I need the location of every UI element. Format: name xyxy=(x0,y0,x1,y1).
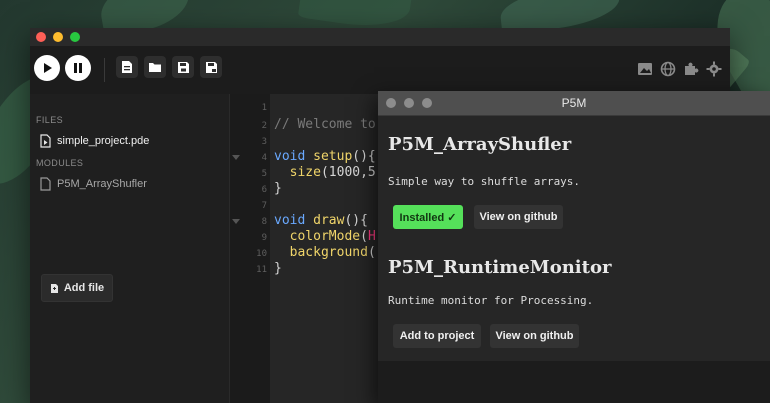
line-number: 11 xyxy=(256,265,267,275)
pause-button[interactable] xyxy=(65,55,91,81)
p5m-maximize-button[interactable] xyxy=(422,98,432,108)
code-text: ( xyxy=(367,245,376,260)
code-text: } xyxy=(274,261,282,276)
file-icon xyxy=(40,177,51,191)
module-list: P5M_ArrayShufler Simple way to shuffle a… xyxy=(378,116,770,361)
module-name: P5M_ArrayShufler xyxy=(57,178,147,190)
p5m-titlebar: P5M xyxy=(378,91,770,116)
file-name: simple_project.pde xyxy=(57,135,150,147)
open-folder-button[interactable] xyxy=(144,56,166,78)
installed-button[interactable]: Installed ✓ xyxy=(393,205,463,229)
module-description: Simple way to shuffle arrays. xyxy=(388,175,581,188)
code-line: colorMode(H xyxy=(274,229,376,244)
close-window-button[interactable] xyxy=(36,32,46,42)
toolbar xyxy=(30,46,730,95)
code-keyword: void xyxy=(274,149,306,164)
p5m-close-button[interactable] xyxy=(386,98,396,108)
code-text: ( xyxy=(360,229,368,244)
save-as-icon xyxy=(205,61,217,73)
minimize-window-button[interactable] xyxy=(53,32,63,42)
line-number: 6 xyxy=(261,185,267,195)
line-number: 5 xyxy=(261,169,267,179)
pause-icon xyxy=(74,63,82,73)
code-line: } xyxy=(274,181,282,196)
sidebar: FILES simple_project.pde MODULES P5M_Arr… xyxy=(30,94,230,403)
code-function: draw xyxy=(313,213,345,228)
sidebar-item-module[interactable]: P5M_ArrayShufler xyxy=(40,175,147,193)
add-file-icon xyxy=(50,283,58,293)
view-on-github-button[interactable]: View on github xyxy=(490,324,579,348)
settings-button[interactable] xyxy=(705,60,723,78)
p5m-footer xyxy=(378,361,770,403)
save-as-button[interactable] xyxy=(200,56,222,78)
p5m-minimize-button[interactable] xyxy=(404,98,414,108)
code-function: setup xyxy=(313,149,353,164)
code-keyword: void xyxy=(274,213,306,228)
view-on-github-button[interactable]: View on github xyxy=(474,205,563,229)
save-button[interactable] xyxy=(172,56,194,78)
code-function: size xyxy=(289,165,321,180)
open-folder-icon xyxy=(149,63,161,72)
module-title: P5M_RuntimeMonitor xyxy=(388,257,612,278)
toolbar-divider xyxy=(104,58,105,82)
line-number: 9 xyxy=(261,233,267,243)
image-export-button[interactable] xyxy=(636,60,654,78)
play-icon xyxy=(44,63,52,73)
run-button[interactable] xyxy=(34,55,60,81)
module-description: Runtime monitor for Processing. xyxy=(388,294,594,307)
add-file-button[interactable]: Add file xyxy=(41,274,113,302)
new-file-icon xyxy=(122,61,132,73)
maximize-window-button[interactable] xyxy=(70,32,80,42)
code-function: colorMode xyxy=(289,229,361,244)
line-number: 4 xyxy=(261,153,267,163)
code-text: (){ xyxy=(344,213,368,228)
p5m-title: P5M xyxy=(561,96,587,110)
sidebar-item-file[interactable]: simple_project.pde xyxy=(40,132,149,150)
file-play-icon xyxy=(40,134,51,148)
code-text: (1000,5 xyxy=(320,165,376,180)
fold-arrow-icon[interactable] xyxy=(232,219,240,224)
code-line: } xyxy=(274,261,282,276)
image-export-icon xyxy=(638,63,652,75)
save-icon xyxy=(177,61,189,73)
window-titlebar xyxy=(30,28,730,46)
add-file-label: Add file xyxy=(63,282,105,294)
line-number: 3 xyxy=(261,137,267,147)
files-header: FILES xyxy=(36,115,64,125)
gear-icon xyxy=(706,61,722,77)
code-function: background xyxy=(289,245,368,260)
code-constant: H xyxy=(367,229,376,244)
module-title: P5M_ArrayShufler xyxy=(388,134,572,155)
line-number: 8 xyxy=(261,217,267,227)
globe-button[interactable] xyxy=(659,60,677,78)
code-line: background( xyxy=(274,245,376,260)
line-number: 7 xyxy=(261,201,267,211)
p5m-window: P5M P5M_ArrayShufler Simple way to shuff… xyxy=(378,91,770,403)
code-text: (){ xyxy=(352,149,376,164)
line-number: 2 xyxy=(261,121,267,131)
new-file-button[interactable] xyxy=(116,56,138,78)
line-number: 1 xyxy=(261,103,267,113)
add-to-project-button[interactable]: Add to project xyxy=(393,324,481,348)
line-number: 10 xyxy=(256,249,267,259)
code-line: size(1000,5 xyxy=(274,165,376,180)
code-comment: // Welcome to xyxy=(274,117,376,132)
code-text: } xyxy=(274,181,282,196)
code-line: void draw(){ xyxy=(274,213,368,228)
fold-arrow-icon[interactable] xyxy=(232,155,240,160)
modules-header: MODULES xyxy=(36,158,84,168)
code-line: void setup(){ xyxy=(274,149,376,164)
globe-icon xyxy=(660,61,676,77)
puzzle-icon xyxy=(685,62,699,75)
code-line: // Welcome to xyxy=(274,117,376,132)
modules-button[interactable] xyxy=(682,60,700,78)
